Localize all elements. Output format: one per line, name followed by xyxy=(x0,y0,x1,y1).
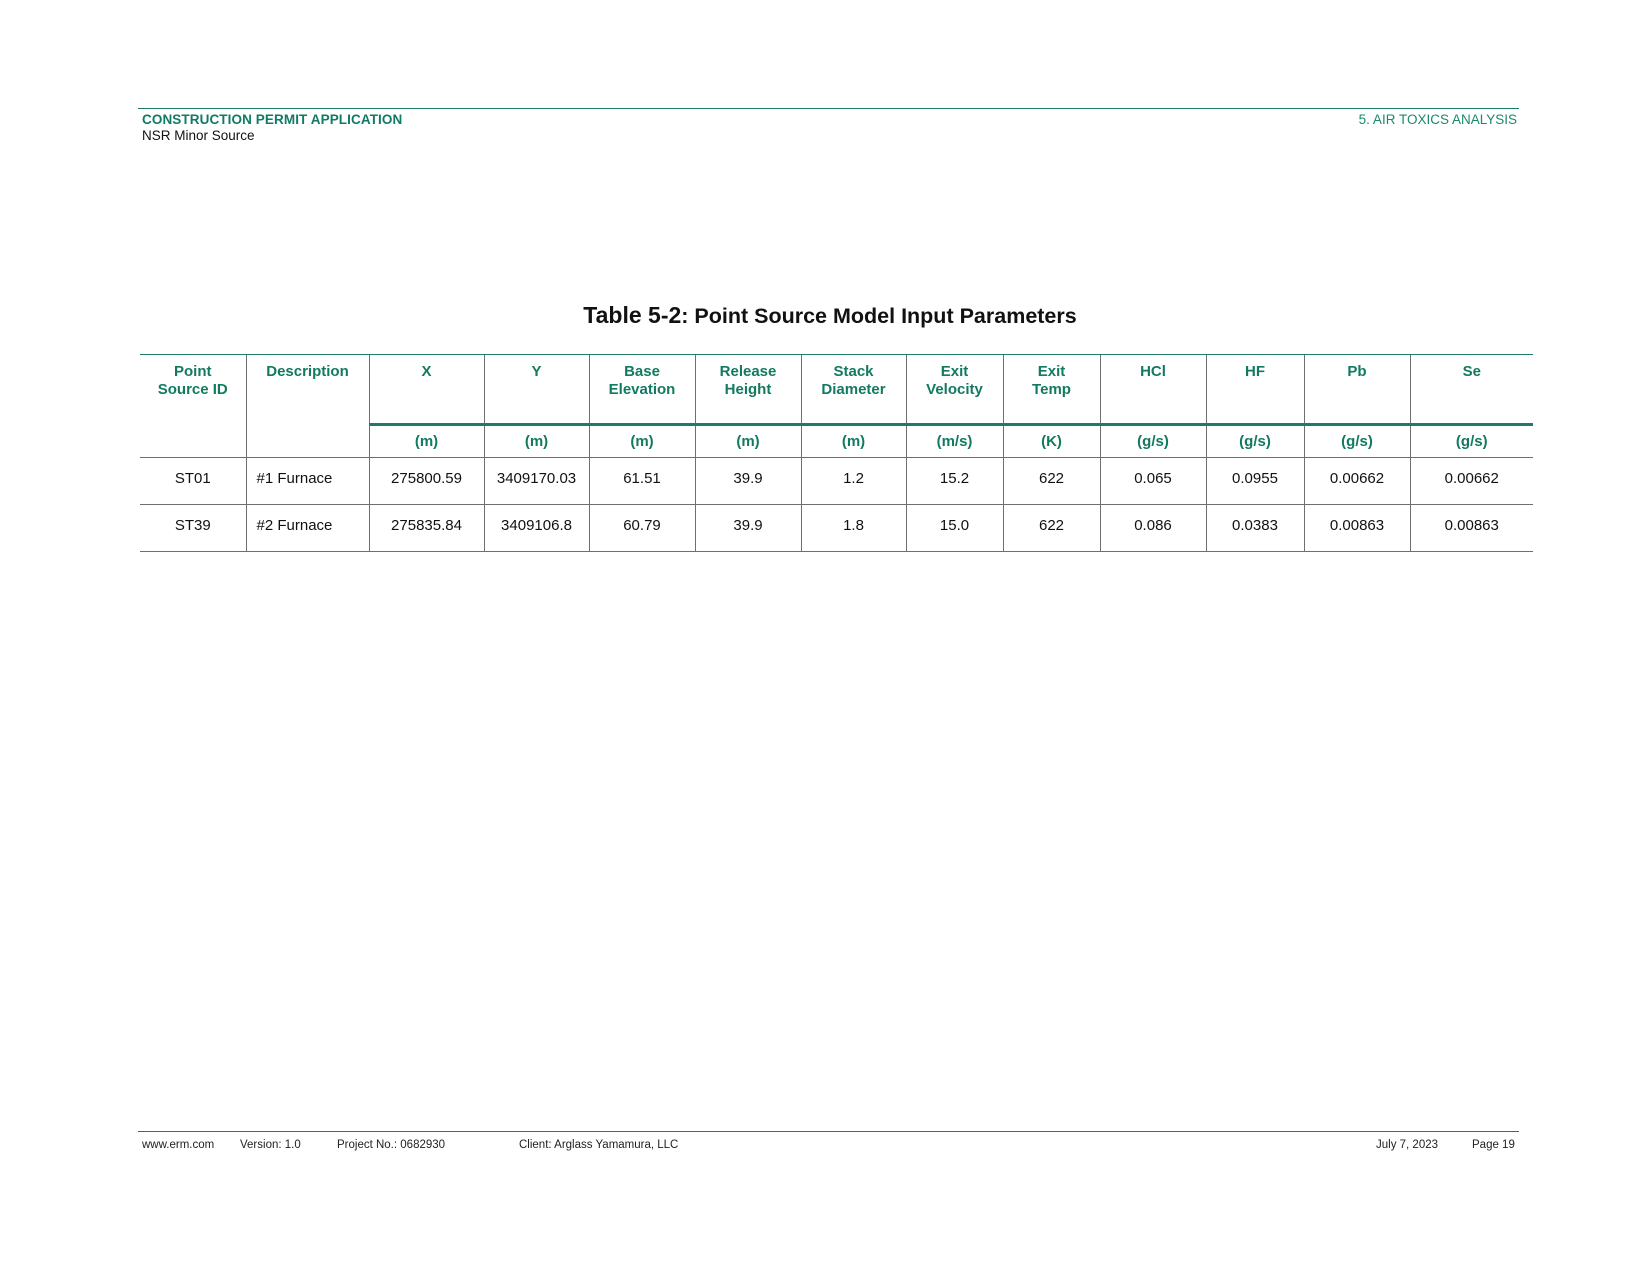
column-unit: (m) xyxy=(368,423,484,458)
column-unit: (g/s) xyxy=(1303,423,1410,458)
table-row: ST01 #1 Furnace 275800.59 3409170.03 61.51 39… xyxy=(140,457,1533,505)
units-row: (m) (m) (m) (m) (m) (m/s) (K) (g/s) (g/s) (g/s) (g… xyxy=(140,423,1533,458)
footer-project: Project No.: 0682930 xyxy=(337,1139,446,1151)
column-header-line1: Exit xyxy=(1037,363,1066,380)
column-header: HF xyxy=(1205,354,1304,425)
table-cell: 0.086 xyxy=(1099,504,1206,552)
section-title: 5. AIR TOXICS ANALYSIS xyxy=(1358,112,1517,127)
column-header-line2: Velocity xyxy=(926,381,983,398)
column-header: HCl xyxy=(1099,354,1206,425)
footer-version: Version: 1.0 xyxy=(240,1139,301,1151)
column-header-line2: Elevation xyxy=(608,381,676,398)
table-cell: 1.2 xyxy=(800,457,906,505)
column-header-line1: Exit xyxy=(940,363,969,380)
column-unit: (m) xyxy=(800,423,906,458)
table-cell: 0.0955 xyxy=(1205,457,1304,505)
column-header-line1: Pb xyxy=(1347,363,1367,380)
table-cell: 39.9 xyxy=(694,504,801,552)
column-header-line1: X xyxy=(421,363,432,380)
column-header-line1: Y xyxy=(531,363,542,380)
column-unit xyxy=(140,425,246,458)
column-header: Base Elevation xyxy=(588,354,695,425)
column-unit: (g/s) xyxy=(1409,423,1533,458)
table-cell: 0.00863 xyxy=(1303,504,1410,552)
column-header: Pb xyxy=(1303,354,1410,425)
header-row: Point Source ID Description X Y Base Elevation… xyxy=(140,354,1533,425)
point-source-table: Point Source ID Description X Y Base Elevation… xyxy=(140,354,1533,552)
table-cell: #2 Furnace xyxy=(245,504,369,552)
footer-page: Page 19 xyxy=(1472,1139,1515,1151)
document-subtitle: NSR Minor Source xyxy=(142,128,255,143)
column-header: Se xyxy=(1409,354,1533,425)
table-number: Table 5-2 xyxy=(583,302,682,328)
column-header-line2: Diameter xyxy=(821,381,886,398)
table-cell: 15.0 xyxy=(905,504,1003,552)
table-title-text: : Point Source Model Input Parameters xyxy=(681,304,1077,328)
column-header-line2: Source ID xyxy=(157,381,228,398)
column-header-line1: HF xyxy=(1245,363,1265,380)
column-header-line1: HCl xyxy=(1140,363,1166,380)
column-header-line2: Temp xyxy=(1032,381,1071,398)
table-cell: 275835.84 xyxy=(368,504,484,552)
column-header-line1: Release xyxy=(719,363,777,380)
column-header-line1: Se xyxy=(1462,363,1481,380)
footer-website: www.erm.com xyxy=(142,1139,215,1151)
header-rule xyxy=(138,108,1519,109)
table-cell: ST01 xyxy=(140,457,246,505)
table-cell: 0.00662 xyxy=(1409,457,1533,505)
table-cell: 1.8 xyxy=(800,504,906,552)
table-cell: 61.51 xyxy=(588,457,695,505)
footer-client: Client: Arglass Yamamura, LLC xyxy=(519,1139,679,1151)
column-unit: (m) xyxy=(694,423,801,458)
table-cell: 0.00662 xyxy=(1303,457,1410,505)
column-header: Exit Velocity xyxy=(905,354,1003,425)
table-cell: 275800.59 xyxy=(368,457,484,505)
column-header: Release Height xyxy=(694,354,801,425)
table-cell: 0.00863 xyxy=(1409,504,1533,552)
table-cell: 622 xyxy=(1002,457,1100,505)
table-cell: ST39 xyxy=(140,504,246,552)
column-header: Stack Diameter xyxy=(800,354,906,425)
table-caption: Table 5-2: Point Source Model Input Para… xyxy=(0,302,1650,329)
column-unit: (m/s) xyxy=(905,423,1003,458)
column-unit: (g/s) xyxy=(1205,423,1304,458)
table-cell: 0.065 xyxy=(1099,457,1206,505)
document-title: CONSTRUCTION PERMIT APPLICATION xyxy=(142,112,403,127)
table-cell: 3409170.03 xyxy=(483,457,589,505)
column-header-line1: Point xyxy=(174,363,212,380)
table-cell: #1 Furnace xyxy=(245,457,369,505)
table-cell: 39.9 xyxy=(694,457,801,505)
column-header-line1: Base xyxy=(624,363,660,380)
table-body: ST01 #1 Furnace 275800.59 3409170.03 61.51 39… xyxy=(140,457,1533,552)
table-cell: 15.2 xyxy=(905,457,1003,505)
table-row: ST39 #2 Furnace 275835.84 3409106.8 60.79 39.… xyxy=(140,504,1533,552)
column-header: Point Source ID xyxy=(140,354,246,425)
column-header-line2: Height xyxy=(724,381,772,398)
footer-rule xyxy=(138,1131,1519,1132)
column-header: Y xyxy=(483,354,589,425)
column-unit: (m) xyxy=(483,423,589,458)
table-cell: 0.0383 xyxy=(1205,504,1304,552)
column-header: Exit Temp xyxy=(1002,354,1100,425)
column-unit: (K) xyxy=(1002,423,1100,458)
column-header-line1: Stack xyxy=(833,363,874,380)
footer-date: July 7, 2023 xyxy=(1376,1139,1439,1151)
column-unit: (m) xyxy=(588,423,695,458)
column-unit: (g/s) xyxy=(1099,423,1206,458)
table-cell: 60.79 xyxy=(588,504,695,552)
column-header: X xyxy=(368,354,484,425)
table-cell: 622 xyxy=(1002,504,1100,552)
column-unit xyxy=(245,424,369,458)
column-header-line1: Description xyxy=(266,363,349,380)
table-cell: 3409106.8 xyxy=(483,504,589,552)
column-header: Description xyxy=(245,354,369,425)
